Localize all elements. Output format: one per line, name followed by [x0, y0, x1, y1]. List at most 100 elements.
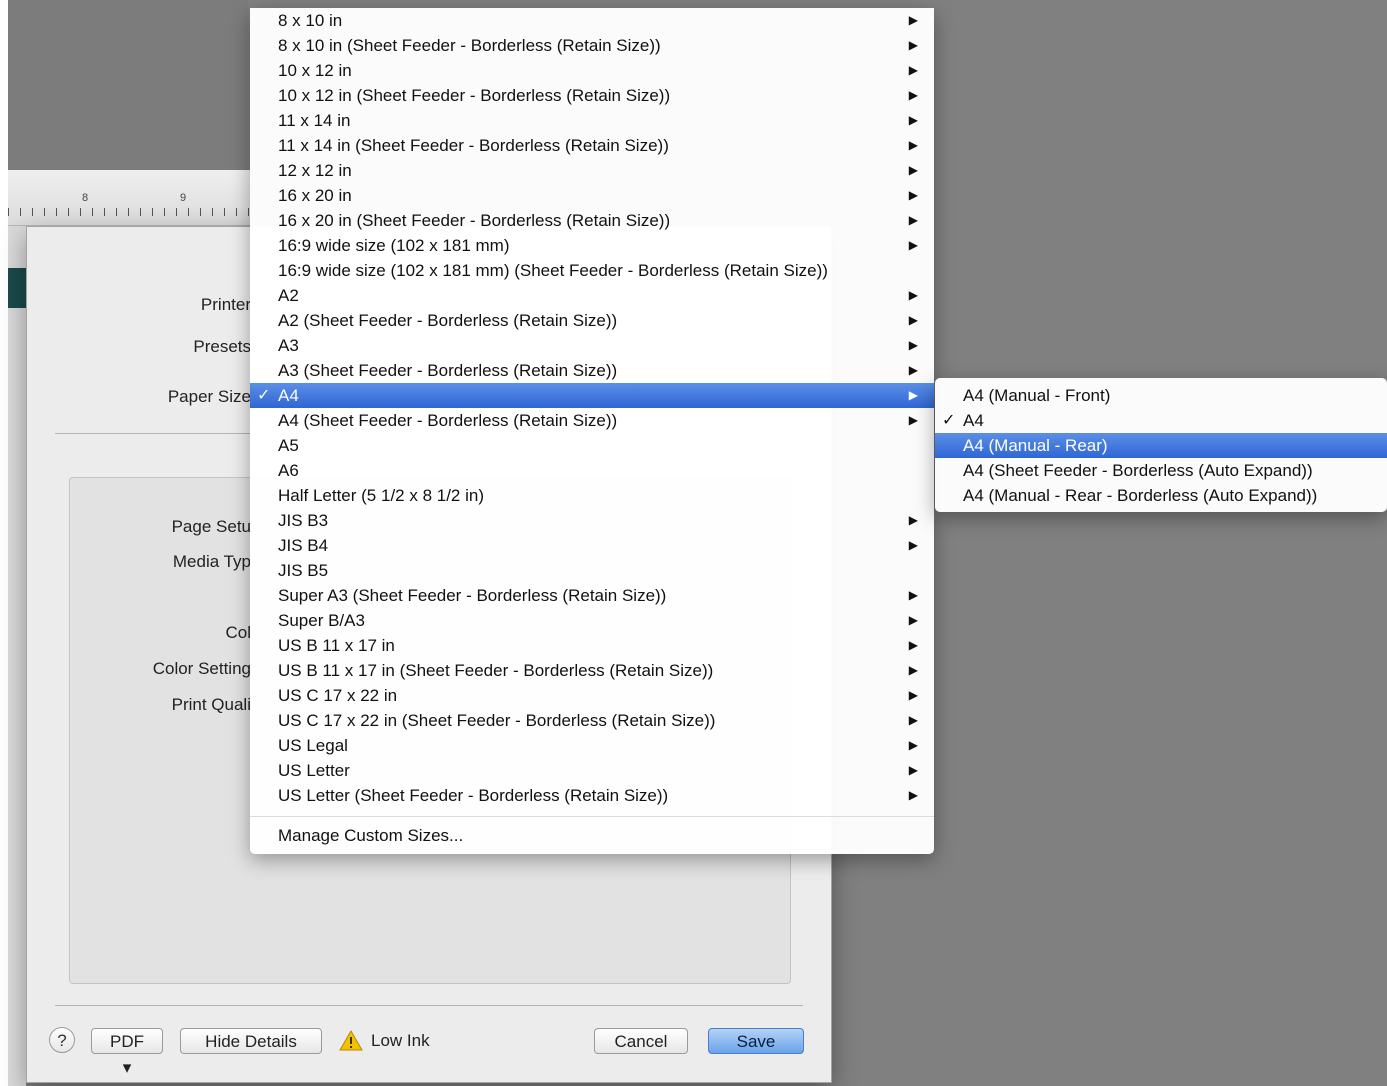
menu-item-16-9-wide-size-102-x-181-mm[interactable]: 16:9 wide size (102 x 181 mm) ▶ [250, 233, 934, 258]
menu-item-a3[interactable]: A3 ▶ [250, 333, 934, 358]
menu-item-a6[interactable]: A6 [250, 458, 934, 483]
submenu-arrow-icon: ▶ [908, 713, 918, 727]
submenu-arrow-icon: ▶ [908, 38, 918, 52]
submenu-item-label: A4 (Manual - Front) [963, 386, 1111, 405]
save-button[interactable]: Save [708, 1028, 804, 1054]
menu-item-us-letter[interactable]: US Letter ▶ [250, 758, 934, 783]
checkmark-icon: ✓ [942, 412, 956, 429]
submenu-arrow-icon: ▶ [908, 63, 918, 77]
document-ruler: 8 9 [8, 170, 250, 226]
pdf-menu-button[interactable]: PDF ▾ [91, 1028, 163, 1077]
menu-item-jis-b3[interactable]: JIS B3 ▶ [250, 508, 934, 533]
menu-item-a4[interactable]: ✓ A4 ▶ [250, 383, 934, 408]
low-ink-status: Low Ink [371, 1031, 430, 1050]
submenu-item-label: A4 (Manual - Rear - Borderless (Auto Exp… [963, 486, 1318, 505]
menu-item-8-x-10-in[interactable]: 8 x 10 in ▶ [250, 8, 934, 33]
help-button[interactable]: ? [49, 1027, 75, 1053]
menu-item-us-b-11-x-17-in-sheet-feeder-borderless-retain-size[interactable]: US B 11 x 17 in (Sheet Feeder - Borderle… [250, 658, 934, 683]
menu-item-us-c-17-x-22-in[interactable]: US C 17 x 22 in ▶ [250, 683, 934, 708]
submenu-item-a4-manual-rear[interactable]: A4 (Manual - Rear) [935, 433, 1387, 458]
menu-item-10-x-12-in[interactable]: 10 x 12 in ▶ [250, 58, 934, 83]
menu-item-label: 8 x 10 in (Sheet Feeder - Borderless (Re… [278, 36, 661, 55]
menu-item-a3-sheet-feeder-borderless-retain-size[interactable]: A3 (Sheet Feeder - Borderless (Retain Si… [250, 358, 934, 383]
menu-item-label: Super A3 (Sheet Feeder - Borderless (Ret… [278, 586, 667, 605]
submenu-item-label: A4 [963, 411, 984, 430]
menu-item-label: 16:9 wide size (102 x 181 mm) [278, 236, 510, 255]
menu-item-label: US B 11 x 17 in [278, 636, 395, 655]
menu-item-label: 12 x 12 in [278, 161, 352, 180]
menu-item-label: A6 [278, 461, 299, 480]
color-settings-label: Color Setting [152, 659, 251, 678]
submenu-arrow-icon: ▶ [908, 513, 918, 527]
manage-custom-sizes-item[interactable]: Manage Custom Sizes... [250, 823, 934, 848]
menu-item-10-x-12-in-sheet-feeder-borderless-retain-size[interactable]: 10 x 12 in (Sheet Feeder - Borderless (R… [250, 83, 934, 108]
menu-item-label: A4 [278, 386, 299, 405]
menu-item-a2-sheet-feeder-borderless-retain-size[interactable]: A2 (Sheet Feeder - Borderless (Retain Si… [250, 308, 934, 333]
submenu-item-a4-manual-rear-borderless-auto-expand[interactable]: A4 (Manual - Rear - Borderless (Auto Exp… [935, 483, 1387, 508]
menu-item-jis-b4[interactable]: JIS B4 ▶ [250, 533, 934, 558]
menu-item-jis-b5[interactable]: JIS B5 [250, 558, 934, 583]
menu-item-label: A3 (Sheet Feeder - Borderless (Retain Si… [278, 361, 618, 380]
submenu-arrow-icon: ▶ [908, 163, 918, 177]
submenu-arrow-icon: ▶ [908, 613, 918, 627]
warning-icon [339, 1030, 363, 1051]
menu-item-label: 10 x 12 in (Sheet Feeder - Borderless (R… [278, 86, 671, 105]
submenu-arrow-icon: ▶ [908, 138, 918, 152]
menu-item-label: 11 x 14 in [278, 111, 351, 130]
submenu-item-a4-manual-front[interactable]: A4 (Manual - Front) [935, 383, 1387, 408]
menu-item-label: 10 x 12 in [278, 61, 352, 80]
menu-item-12-x-12-in[interactable]: 12 x 12 in ▶ [250, 158, 934, 183]
menu-item-a5[interactable]: A5 [250, 433, 934, 458]
menu-item-label: 16 x 20 in [278, 186, 352, 205]
menu-item-label: 16 x 20 in (Sheet Feeder - Borderless (R… [278, 211, 671, 230]
menu-item-11-x-14-in[interactable]: 11 x 14 in ▶ [250, 108, 934, 133]
menu-item-label: US C 17 x 22 in (Sheet Feeder - Borderle… [278, 711, 716, 730]
submenu-arrow-icon: ▶ [908, 738, 918, 752]
menu-item-label: US Letter (Sheet Feeder - Borderless (Re… [278, 786, 669, 805]
submenu-arrow-icon: ▶ [908, 413, 918, 427]
menu-item-16-x-20-in-sheet-feeder-borderless-retain-size[interactable]: 16 x 20 in (Sheet Feeder - Borderless (R… [250, 208, 934, 233]
menu-item-16-9-wide-size-102-x-181-mm-sheet-feeder-borderless-retain-size[interactable]: 16:9 wide size (102 x 181 mm) (Sheet Fee… [250, 258, 934, 283]
menu-item-label: 16:9 wide size (102 x 181 mm) (Sheet Fee… [278, 261, 828, 280]
paper-size-menu: 8 x 10 in ▶ 8 x 10 in (Sheet Feeder - Bord… [250, 8, 934, 854]
submenu-item-a4[interactable]: ✓ A4 [935, 408, 1387, 433]
menu-item-us-legal[interactable]: US Legal ▶ [250, 733, 934, 758]
menu-item-us-letter-sheet-feeder-borderless-retain-size[interactable]: US Letter (Sheet Feeder - Borderless (Re… [250, 783, 934, 808]
menu-item-half-letter-5-1-2-x-8-1-2-in[interactable]: Half Letter (5 1/2 x 8 1/2 in) [250, 483, 934, 508]
menu-item-label: A5 [278, 436, 299, 455]
menu-item-a4-sheet-feeder-borderless-retain-size[interactable]: A4 (Sheet Feeder - Borderless (Retain Si… [250, 408, 934, 433]
menu-item-8-x-10-in-sheet-feeder-borderless-retain-size[interactable]: 8 x 10 in (Sheet Feeder - Borderless (Re… [250, 33, 934, 58]
menu-separator [250, 816, 934, 817]
menu-item-us-b-11-x-17-in[interactable]: US B 11 x 17 in ▶ [250, 633, 934, 658]
menu-item-16-x-20-in[interactable]: 16 x 20 in ▶ [250, 183, 934, 208]
media-type-label: Media Typ [172, 552, 251, 571]
submenu-arrow-icon: ▶ [908, 88, 918, 102]
submenu-arrow-icon: ▶ [908, 288, 918, 302]
submenu-arrow-icon: ▶ [908, 538, 918, 552]
menu-item-11-x-14-in-sheet-feeder-borderless-retain-size[interactable]: 11 x 14 in (Sheet Feeder - Borderless (R… [250, 133, 934, 158]
a4-submenu: A4 (Manual - Front) ✓ A4 A4 (Manual - Rear)… [935, 378, 1387, 512]
submenu-arrow-icon: ▶ [908, 688, 918, 702]
menu-item-a2[interactable]: A2 ▶ [250, 283, 934, 308]
submenu-arrow-icon: ▶ [908, 338, 918, 352]
dialog-separator-bottom [55, 1005, 803, 1006]
submenu-arrow-icon: ▶ [908, 213, 918, 227]
paper-size-label: Paper Size [167, 387, 251, 406]
menu-item-us-c-17-x-22-in-sheet-feeder-borderless-retain-size[interactable]: US C 17 x 22 in (Sheet Feeder - Borderle… [250, 708, 934, 733]
submenu-arrow-icon: ▶ [908, 13, 918, 27]
menu-item-label: JIS B3 [278, 511, 329, 530]
menu-item-label: 11 x 14 in (Sheet Feeder - Borderless (R… [278, 136, 669, 155]
document-sidebar-strip [8, 268, 26, 308]
hide-details-button[interactable]: Hide Details [180, 1028, 322, 1054]
page-setup-label: Page Setu [171, 517, 251, 536]
menu-item-label: A3 [278, 336, 299, 355]
menu-item-super-b-a3[interactable]: Super B/A3 ▶ [250, 608, 934, 633]
ruler-mark-9: 9 [180, 192, 187, 204]
submenu-item-a4-sheet-feeder-borderless-auto-expand[interactable]: A4 (Sheet Feeder - Borderless (Auto Expa… [935, 458, 1387, 483]
cancel-button[interactable]: Cancel [594, 1028, 688, 1054]
print-quality-label: Print Quali [171, 695, 251, 714]
menu-item-super-a3-sheet-feeder-borderless-retain-size[interactable]: Super A3 (Sheet Feeder - Borderless (Ret… [250, 583, 934, 608]
submenu-arrow-icon: ▶ [908, 313, 918, 327]
submenu-arrow-icon: ▶ [908, 113, 918, 127]
submenu-arrow-icon: ▶ [908, 663, 918, 677]
